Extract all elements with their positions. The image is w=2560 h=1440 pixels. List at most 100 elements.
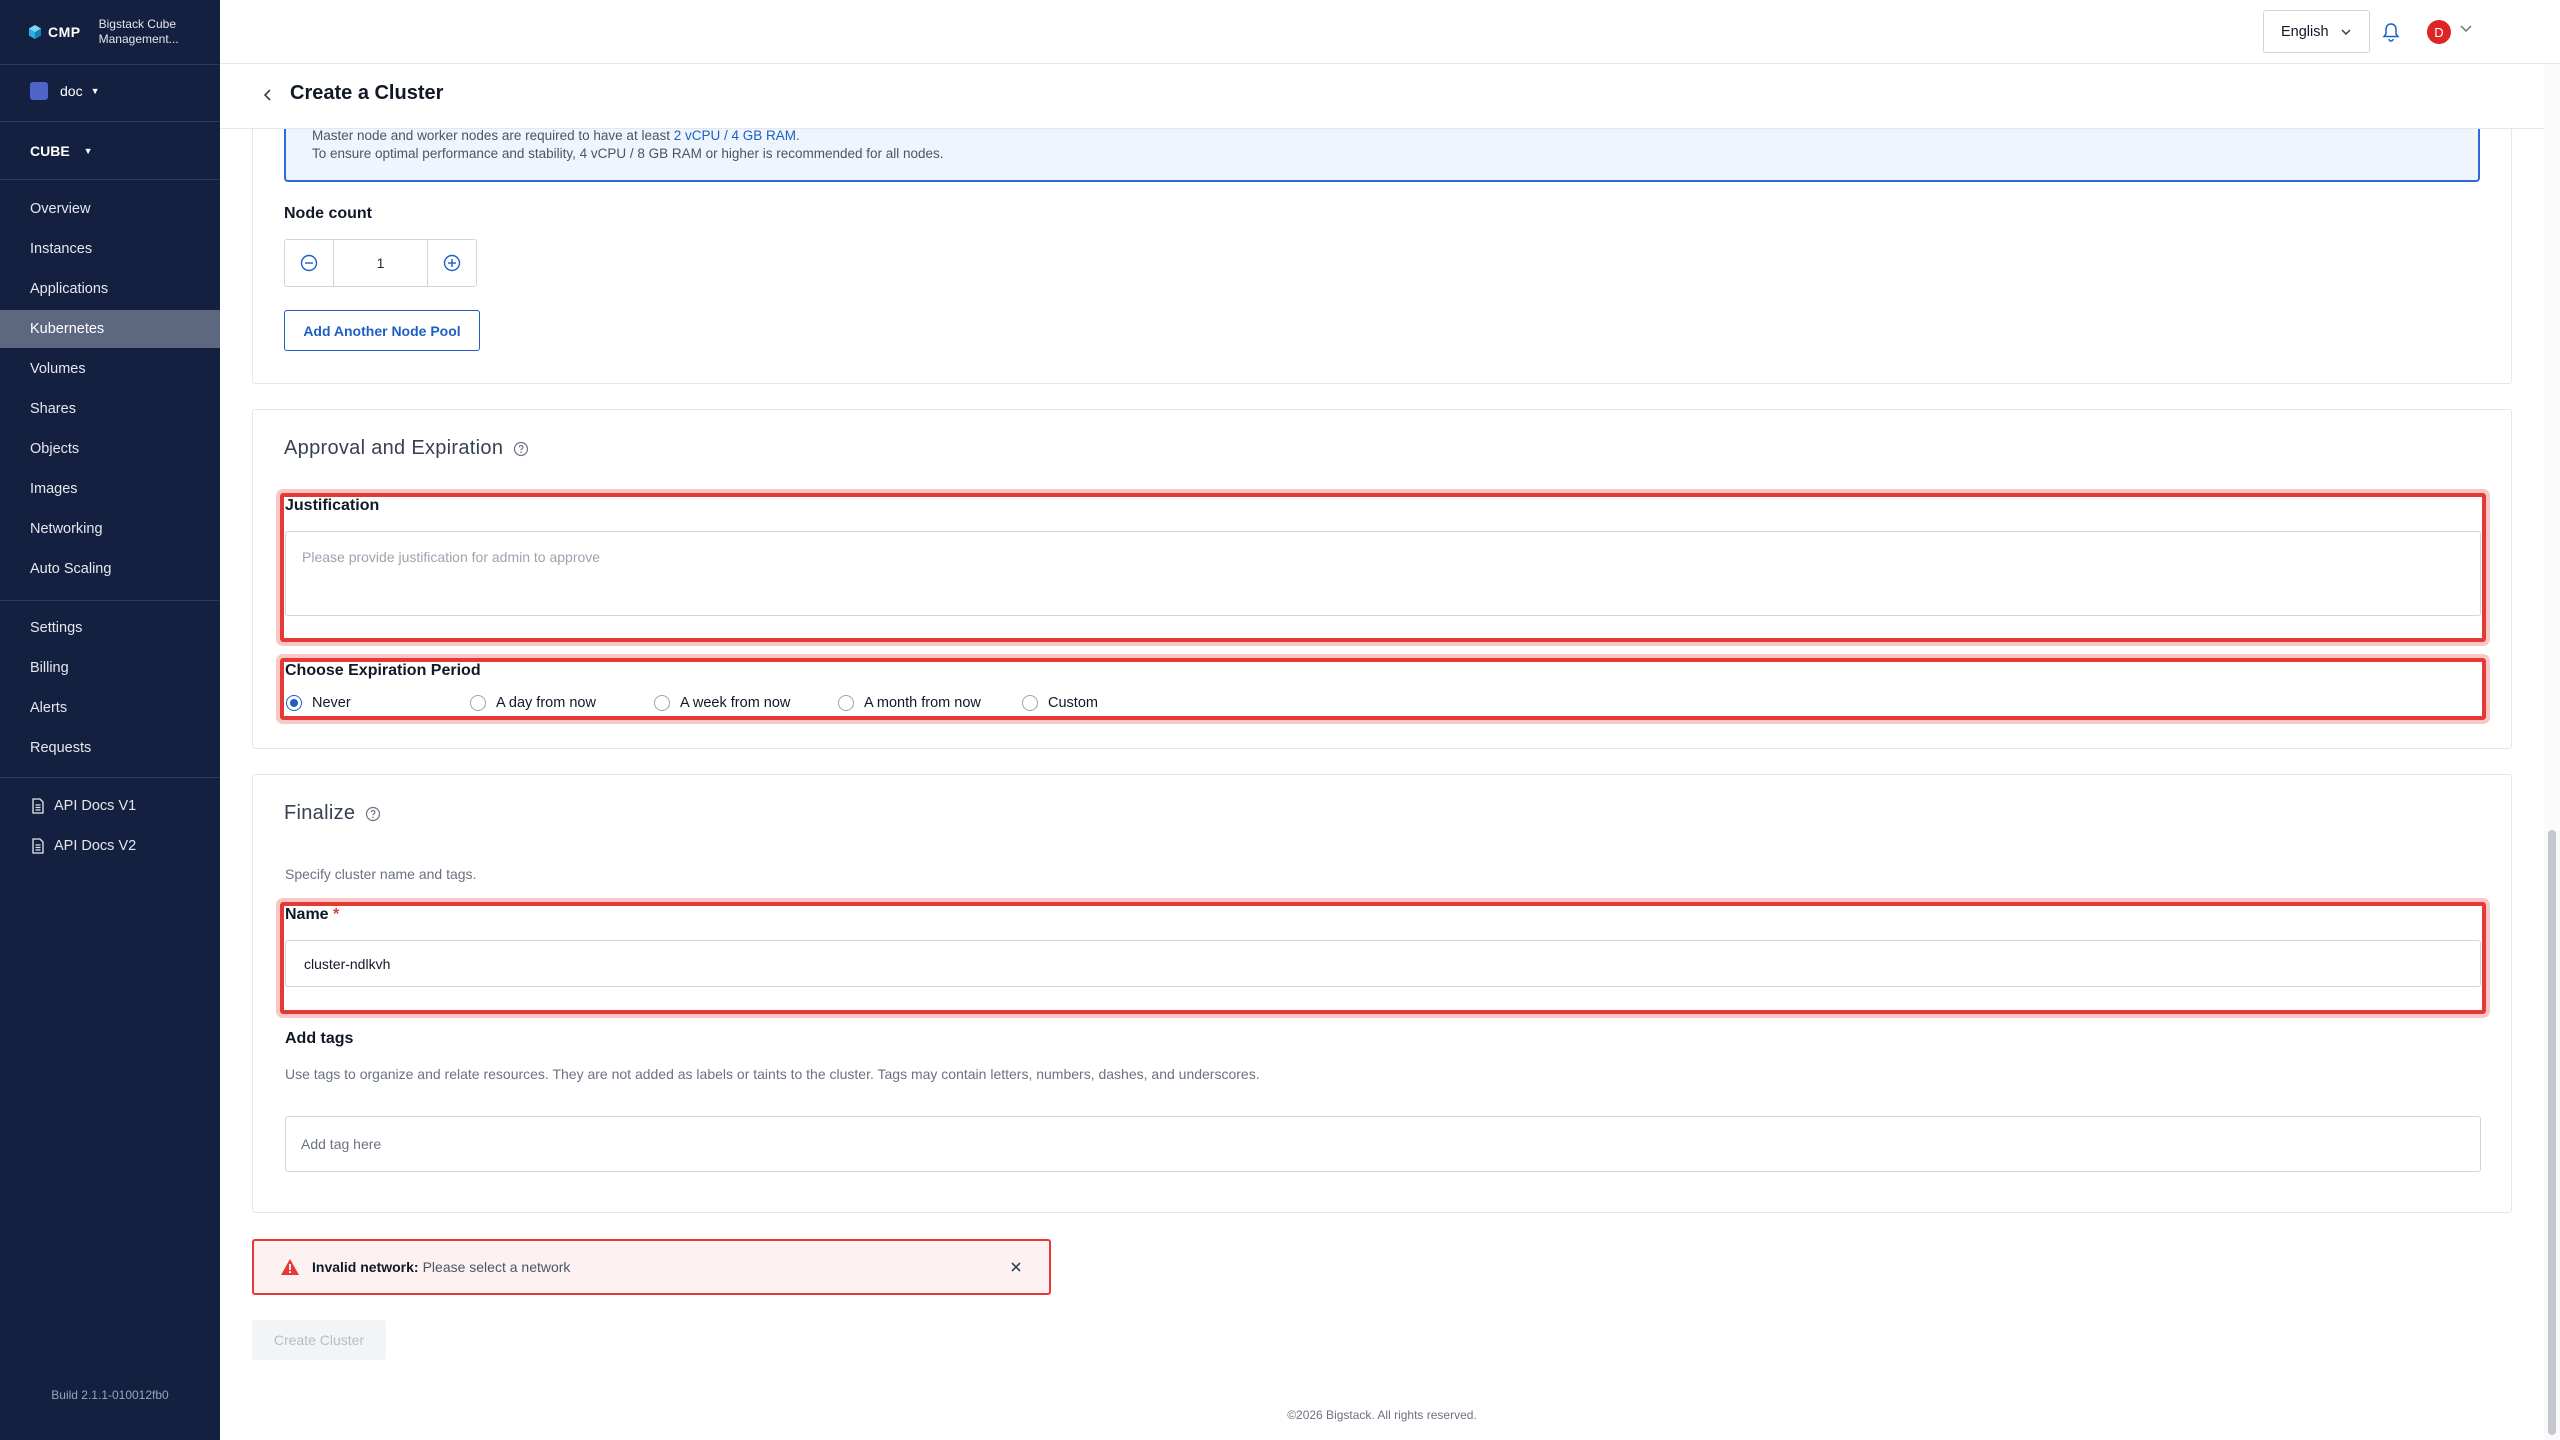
close-icon[interactable] — [1009, 1260, 1023, 1274]
sidebar-item-label: Volumes — [30, 361, 86, 377]
expiration-radio-group: Never A day from now A week from now A m… — [286, 695, 1098, 711]
sidebar-item-label: Requests — [30, 740, 92, 756]
build-version: Build 2.1.1-010012fb0 — [51, 1388, 169, 1402]
sidebar-item-billing[interactable]: Billing — [0, 649, 220, 687]
sidebar-item-applications[interactable]: Applications — [0, 270, 220, 308]
sidebar-item-networking[interactable]: Networking — [0, 510, 220, 548]
finalize-title-text: Finalize — [284, 802, 356, 824]
radio-icon — [470, 695, 486, 711]
radio-custom[interactable]: Custom — [1022, 695, 1098, 711]
required-mark: * — [333, 906, 340, 923]
node-count-label: Node count — [284, 205, 372, 222]
divider — [0, 600, 220, 601]
radio-icon — [1022, 695, 1038, 711]
approval-section-title: Approval and Expiration — [284, 437, 529, 460]
tags-input[interactable]: Add tag here — [285, 1116, 2481, 1172]
region-name: CUBE — [30, 143, 70, 159]
bell-icon[interactable] — [2382, 22, 2400, 42]
justification-input[interactable]: Please provide justification for admin t… — [285, 531, 2481, 616]
brand[interactable]: CMP Bigstack Cube Management... — [28, 17, 179, 47]
page-header: Create a Cluster — [220, 64, 2560, 129]
cube-logo-icon — [29, 25, 41, 39]
project-selector[interactable]: doc ▼ — [30, 82, 100, 100]
sidebar-item-api-docs-v1[interactable]: API Docs V1 — [0, 787, 220, 825]
sidebar-item-alerts[interactable]: Alerts — [0, 689, 220, 727]
sidebar-item-label: Alerts — [30, 700, 68, 716]
tags-label: Add tags — [285, 1030, 354, 1047]
scrollbar-thumb[interactable] — [2548, 830, 2556, 1435]
tags-description: Use tags to organize and relate resource… — [285, 1066, 1260, 1082]
document-icon — [32, 838, 44, 854]
finalize-description: Specify cluster name and tags. — [285, 866, 477, 882]
chevron-down-icon[interactable] — [2460, 25, 2472, 33]
sidebar-item-images[interactable]: Images — [0, 470, 220, 508]
add-node-pool-button[interactable]: Add Another Node Pool — [284, 310, 480, 351]
radio-month[interactable]: A month from now — [838, 695, 1022, 711]
sidebar-item-settings[interactable]: Settings — [0, 609, 220, 647]
name-label-text: Name — [285, 906, 329, 923]
sidebar-item-instances[interactable]: Instances — [0, 230, 220, 268]
radio-day[interactable]: A day from now — [470, 695, 654, 711]
sidebar: CMP Bigstack Cube Management... doc ▼ CU… — [0, 0, 220, 1440]
alert-title: Invalid network: — [312, 1259, 419, 1275]
sidebar-item-overview[interactable]: Overview — [0, 190, 220, 228]
divider — [0, 64, 220, 65]
avatar[interactable]: D — [2427, 20, 2451, 44]
create-cluster-button[interactable]: Create Cluster — [252, 1320, 386, 1360]
expiration-label: Choose Expiration Period — [285, 662, 481, 679]
document-icon — [32, 798, 44, 814]
topbar: English D — [220, 0, 2560, 64]
language-selector[interactable]: English — [2263, 10, 2370, 53]
radio-label: Never — [312, 695, 351, 711]
warning-icon — [281, 1259, 299, 1275]
sidebar-item-label: Objects — [30, 441, 80, 457]
caret-down-icon: ▼ — [83, 146, 93, 156]
sidebar-item-label: Kubernetes — [30, 321, 105, 337]
back-arrow-icon[interactable] — [260, 87, 276, 103]
caret-down-icon: ▼ — [90, 86, 100, 96]
minus-circle-icon — [300, 254, 318, 272]
brand-name: Bigstack Cube Management... — [99, 17, 179, 47]
language-label: English — [2281, 23, 2329, 40]
finalize-section-title: Finalize — [284, 802, 381, 825]
radio-week[interactable]: A week from now — [654, 695, 838, 711]
cluster-name-input[interactable]: cluster-ndlkvh — [285, 940, 2481, 987]
plus-circle-icon — [443, 254, 461, 272]
sidebar-item-shares[interactable]: Shares — [0, 390, 220, 428]
project-icon — [30, 82, 48, 100]
error-alert: Invalid network: Please select a network — [252, 1239, 1051, 1295]
sidebar-item-api-docs-v2[interactable]: API Docs V2 — [0, 827, 220, 865]
alert-message: Please select a network — [422, 1259, 571, 1275]
brand-name-line2: Management... — [98, 32, 179, 46]
sidebar-item-label: Billing — [30, 660, 69, 676]
radio-label: A month from now — [864, 695, 981, 711]
brand-name-line1: Bigstack Cube — [98, 17, 176, 31]
info-text: . — [796, 128, 800, 143]
sidebar-item-auto-scaling[interactable]: Auto Scaling — [0, 550, 220, 588]
divider — [0, 179, 220, 180]
info-highlight: 2 vCPU / 4 GB RAM — [673, 128, 796, 143]
node-count-stepper: 1 — [284, 239, 477, 287]
help-icon[interactable] — [365, 806, 381, 822]
sidebar-item-requests[interactable]: Requests — [0, 729, 220, 767]
node-count-value[interactable]: 1 — [333, 240, 428, 286]
approval-title-text: Approval and Expiration — [284, 437, 504, 459]
radio-label: Custom — [1048, 695, 1098, 711]
sidebar-item-volumes[interactable]: Volumes — [0, 350, 220, 388]
radio-icon — [838, 695, 854, 711]
sidebar-item-label: Images — [30, 481, 78, 497]
radio-never[interactable]: Never — [286, 695, 470, 711]
region-selector[interactable]: CUBE ▼ — [30, 143, 93, 159]
info-line-1: Master node and worker nodes are require… — [312, 128, 800, 143]
divider — [0, 777, 220, 778]
sidebar-item-objects[interactable]: Objects — [0, 430, 220, 468]
radio-label: A day from now — [496, 695, 596, 711]
page-title: Create a Cluster — [290, 82, 444, 104]
increment-button[interactable] — [428, 240, 476, 286]
decrement-button[interactable] — [285, 240, 333, 286]
help-icon[interactable] — [513, 441, 529, 457]
sidebar-item-label: API Docs V2 — [54, 838, 137, 854]
name-label: Name * — [285, 906, 339, 924]
sidebar-item-kubernetes[interactable]: Kubernetes — [0, 310, 220, 348]
project-name: doc — [60, 83, 83, 99]
